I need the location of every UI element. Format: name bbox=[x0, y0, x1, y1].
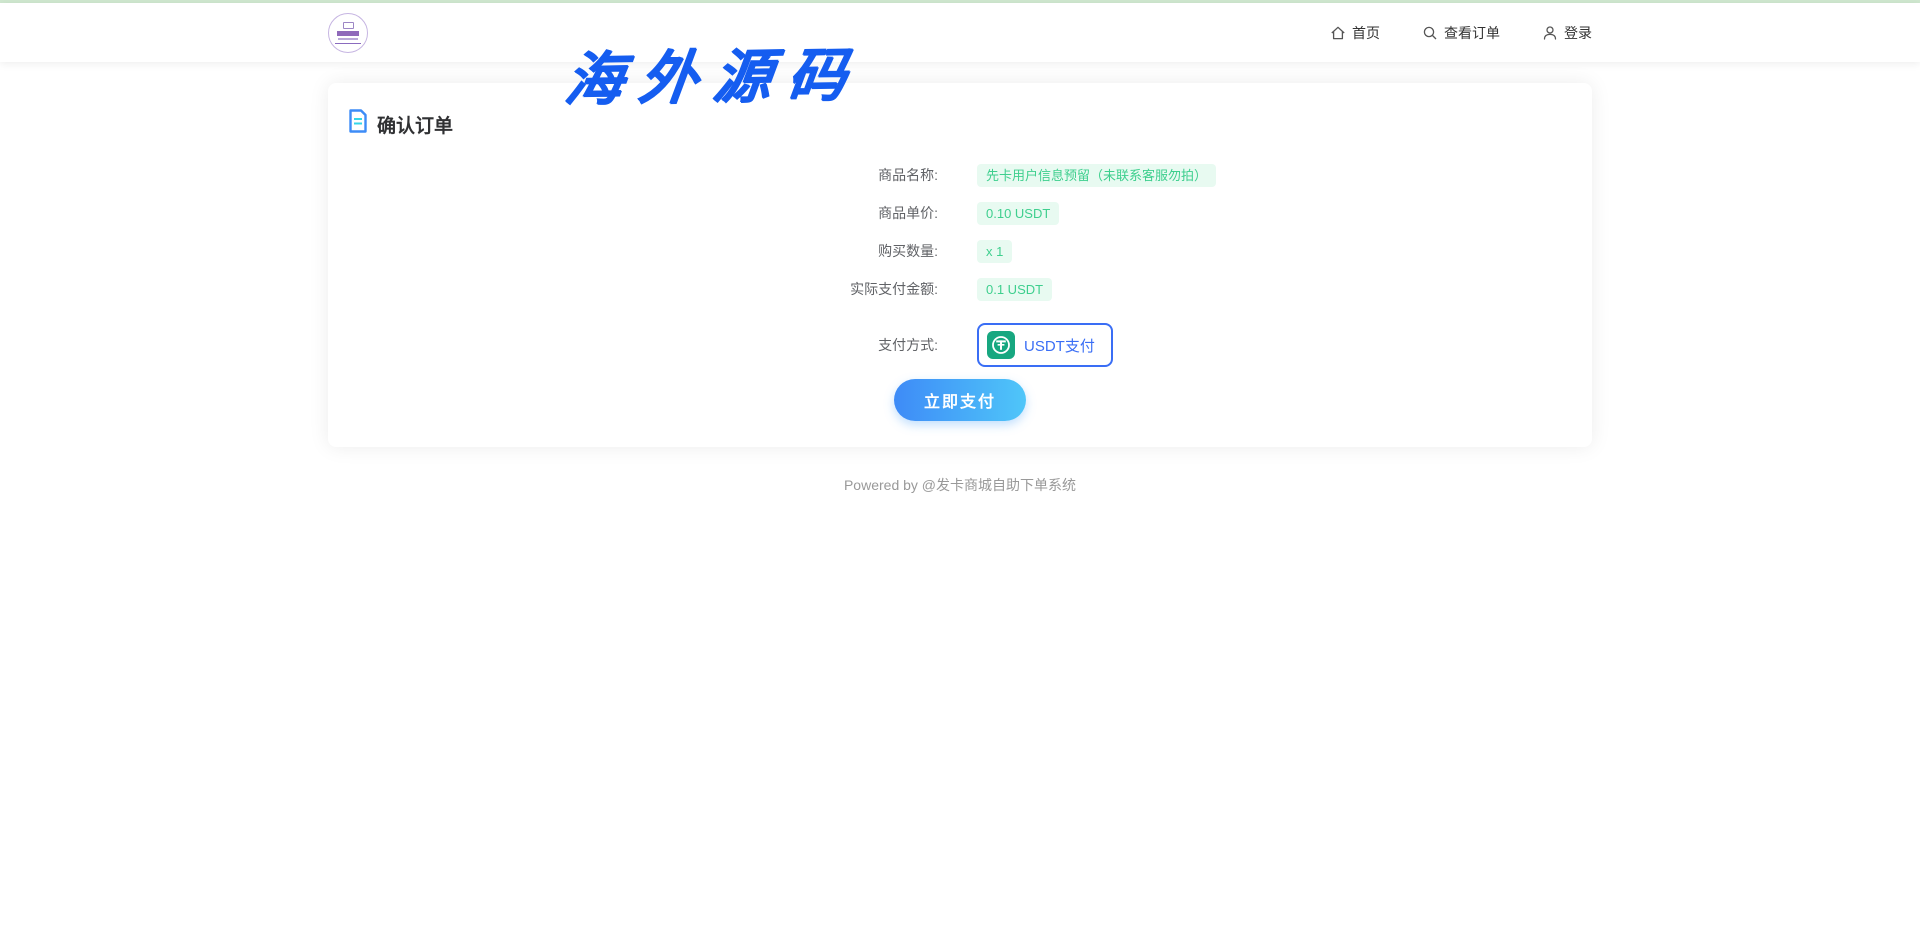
row-product-name: 商品名称: 先卡用户信息预留（未联系客服勿拍） bbox=[328, 163, 1592, 187]
nav-item-label: 首页 bbox=[1352, 23, 1380, 43]
row-value: USDT支付 bbox=[977, 323, 1113, 367]
row-label: 支付方式: bbox=[328, 335, 938, 355]
usdt-payment-method-button[interactable]: USDT支付 bbox=[977, 323, 1113, 367]
user-icon bbox=[1542, 25, 1558, 41]
brand-logo[interactable] bbox=[328, 13, 368, 53]
unit-price-badge: 0.10 USDT bbox=[977, 202, 1059, 225]
row-label: 实际支付金额: bbox=[328, 279, 938, 299]
row-quantity: 购买数量: x 1 bbox=[328, 239, 1592, 263]
navbar: 首页 查看订单 登录 bbox=[0, 3, 1920, 62]
logo-underline bbox=[335, 43, 361, 44]
card-title: 确认订单 bbox=[348, 109, 1592, 139]
row-value: 0.1 USDT bbox=[977, 278, 1052, 301]
logo-subtext-mark bbox=[338, 38, 358, 40]
page-title: 确认订单 bbox=[377, 111, 453, 138]
row-payment-method: 支付方式: USDT支付 bbox=[328, 323, 1592, 367]
nav-item-orders[interactable]: 查看订单 bbox=[1422, 23, 1500, 43]
row-value: 0.10 USDT bbox=[977, 202, 1059, 225]
navbar-container: 首页 查看订单 登录 bbox=[328, 3, 1592, 62]
nav-item-login[interactable]: 登录 bbox=[1542, 23, 1592, 43]
row-label: 商品单价: bbox=[328, 203, 938, 223]
logo-text-mark bbox=[337, 31, 359, 36]
row-unit-price: 商品单价: 0.10 USDT bbox=[328, 201, 1592, 225]
quantity-badge: x 1 bbox=[977, 240, 1012, 263]
nav-menu: 首页 查看订单 登录 bbox=[1330, 23, 1592, 43]
logo-monitor-icon bbox=[343, 22, 354, 29]
pay-now-button[interactable]: 立即支付 bbox=[894, 379, 1026, 421]
tether-icon bbox=[987, 331, 1015, 359]
usdt-payment-label: USDT支付 bbox=[1024, 335, 1095, 356]
document-icon bbox=[348, 109, 368, 139]
nav-item-label: 登录 bbox=[1564, 23, 1592, 43]
order-form: 商品名称: 先卡用户信息预留（未联系客服勿拍） 商品单价: 0.10 USDT … bbox=[328, 163, 1592, 367]
row-value: x 1 bbox=[977, 240, 1012, 263]
row-label: 购买数量: bbox=[328, 241, 938, 261]
nav-item-label: 查看订单 bbox=[1444, 23, 1500, 43]
row-value: 先卡用户信息预留（未联系客服勿拍） bbox=[977, 164, 1216, 187]
order-confirm-card: 确认订单 商品名称: 先卡用户信息预留（未联系客服勿拍） 商品单价: 0.10 … bbox=[328, 83, 1592, 447]
total-amount-badge: 0.1 USDT bbox=[977, 278, 1052, 301]
row-total-amount: 实际支付金额: 0.1 USDT bbox=[328, 277, 1592, 301]
footer-powered-by: Powered by @发卡商城自助下单系统 bbox=[0, 475, 1920, 495]
product-name-badge: 先卡用户信息预留（未联系客服勿拍） bbox=[977, 164, 1216, 187]
search-icon bbox=[1422, 25, 1438, 41]
row-label: 商品名称: bbox=[328, 165, 938, 185]
home-icon bbox=[1330, 25, 1346, 41]
nav-item-home[interactable]: 首页 bbox=[1330, 23, 1380, 43]
